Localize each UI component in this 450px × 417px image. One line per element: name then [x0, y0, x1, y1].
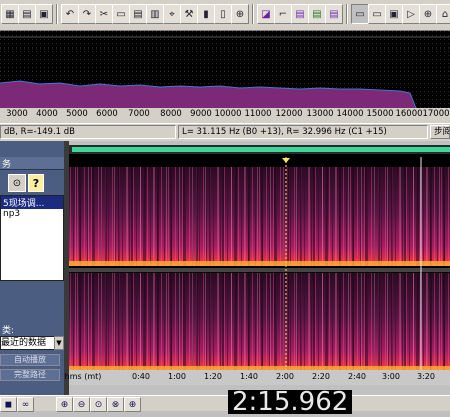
time-display: 2:15.962: [228, 389, 353, 415]
file-list[interactable]: 5现场调... np3: [0, 195, 64, 281]
tools-icon[interactable]: ⚒: [180, 4, 198, 24]
time-tick: 1:40: [240, 372, 258, 381]
toolbar-separator: [252, 4, 254, 24]
view-icon[interactable]: ◪: [257, 4, 275, 24]
autoplay-button[interactable]: 自动播放: [0, 354, 60, 366]
analysis-status-bar: dB, R=-149.1 dB L= 31.115 Hz (B0 +13), R…: [0, 123, 450, 141]
help-icon[interactable]: ?: [28, 174, 44, 192]
playhead-marker-icon[interactable]: [282, 158, 290, 163]
time-tick: 2:20: [312, 372, 330, 381]
overview-bar[interactable]: [69, 145, 450, 154]
home-icon[interactable]: ⌂: [436, 4, 450, 24]
copy-icon[interactable]: ▭: [112, 4, 130, 24]
category-select-value: 最近的数据: [1, 338, 47, 348]
time-tick: 1:20: [204, 372, 222, 381]
panel-tab-label: 务: [2, 160, 12, 170]
overview-range[interactable]: [72, 147, 450, 152]
undo-icon[interactable]: ↶: [61, 4, 79, 24]
pan-view-icon[interactable]: ▤: [308, 4, 326, 24]
full-path-button[interactable]: 完整路径: [0, 369, 60, 381]
spectral-view[interactable]: [69, 145, 450, 385]
freq-tick: 5000: [66, 109, 88, 119]
freq-tick: 8000: [160, 109, 182, 119]
mix-paste-icon[interactable]: ▥: [146, 4, 164, 24]
time-tick: 2:40: [348, 372, 366, 381]
open-icon[interactable]: ▤: [18, 4, 36, 24]
time-tick: 2:00: [276, 372, 294, 381]
freq-tick: 12000: [275, 109, 303, 119]
redo-icon[interactable]: ↷: [78, 4, 96, 24]
freq-tick: 15000: [366, 109, 394, 119]
toolbar-separator: [346, 4, 348, 24]
spectral-view-icon[interactable]: ▤: [291, 4, 309, 24]
step-button[interactable]: 步阅: [430, 125, 450, 139]
category-select[interactable]: 最近的数据: [0, 336, 56, 350]
toolbar-separator: [56, 4, 58, 24]
chevron-down-icon[interactable]: ▼: [54, 336, 64, 350]
file-list-item[interactable]: np3: [1, 209, 63, 219]
freq-tick: 9000: [190, 109, 212, 119]
time-tick: 3:00: [382, 372, 400, 381]
display-toggle-icon[interactable]: ▭: [351, 4, 369, 24]
frequency-readout: L= 31.115 Hz (B0 +13), R= 32.996 Hz (C1 …: [178, 125, 428, 139]
freq-tick: 7000: [128, 109, 150, 119]
file-list-item-selected[interactable]: 5现场调...: [1, 196, 63, 209]
display-toggle-2-icon[interactable]: ▭: [368, 4, 386, 24]
zoom-icon[interactable]: ⊕: [419, 4, 437, 24]
transport-bar: ◼ ∞ ⊕ ⊖ ⊙ ⊗ ⊕ 2:15.962: [0, 389, 450, 415]
time-tick: 0:40: [132, 372, 150, 381]
grid-icon[interactable]: ▦: [1, 4, 19, 24]
main-toolbar: ▦ ▤ ▣ ↶ ↷ ✂ ▭ ▤ ▥ ⌖ ⚒ ▮ ▯ ⊕ ◪ ⌐ ▤ ▤ ▤ ▭ …: [0, 0, 450, 31]
freq-tick: 14000: [336, 109, 364, 119]
freq-tick: 11000: [244, 109, 272, 119]
phase-view-icon[interactable]: ▤: [325, 4, 343, 24]
time-tick: 1:00: [168, 372, 186, 381]
frequency-ruler: 3000 4000 5000 6000 7000 8000 9000 10000…: [0, 108, 450, 123]
paste-icon[interactable]: ▤: [129, 4, 147, 24]
panel-tab[interactable]: 务: [0, 157, 64, 170]
freq-tick: 16000: [395, 109, 423, 119]
organizer-panel: 务 ⊙ ? 5现场调... np3 类: 最近的数据 ▼ 自动播放 完整路径: [0, 141, 64, 395]
trim-icon[interactable]: ⌖: [163, 4, 181, 24]
category-label: 类:: [2, 326, 15, 336]
time-unit-label: hms (mt): [64, 372, 102, 381]
frequency-spectrum-graph: [0, 31, 450, 108]
freq-tick: 4000: [36, 109, 58, 119]
play-icon[interactable]: ▷: [402, 4, 420, 24]
waveform-view-icon[interactable]: ⌐: [274, 4, 292, 24]
freq-tick: 6000: [96, 109, 118, 119]
freq-tick: 10000: [214, 109, 242, 119]
loop-icon[interactable]: ▯: [214, 4, 232, 24]
display-toggle-3-icon[interactable]: ▣: [385, 4, 403, 24]
spectral-icon[interactable]: ▮: [197, 4, 215, 24]
time-ruler: hms (mt) 0:40 1:00 1:20 1:40 2:00 2:20 2…: [65, 370, 450, 385]
freq-tick: 17000: [422, 109, 450, 119]
spectrogram: [69, 157, 450, 373]
time-tick: 3:20: [417, 372, 435, 381]
cd-icon[interactable]: ⊙: [8, 174, 26, 192]
save-icon[interactable]: ▣: [35, 4, 53, 24]
file-name: 5现场调...: [3, 199, 45, 209]
freq-tick: 3000: [6, 109, 28, 119]
db-readout: dB, R=-149.1 dB: [0, 125, 176, 139]
file-ext: np3: [3, 209, 21, 219]
cut-icon[interactable]: ✂: [95, 4, 113, 24]
freq-tick: 13000: [306, 109, 334, 119]
select-all-icon[interactable]: ⊕: [231, 4, 249, 24]
